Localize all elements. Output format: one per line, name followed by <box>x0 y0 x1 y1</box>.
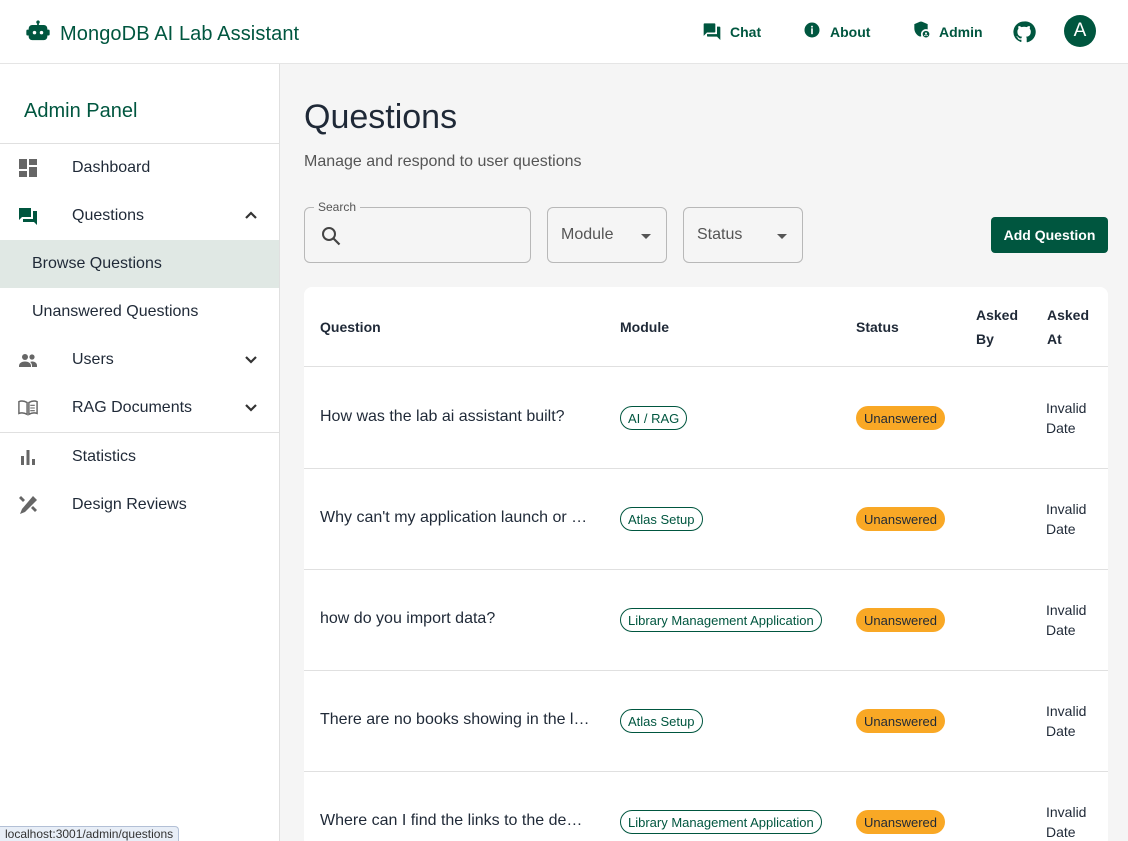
module-chip: Atlas Setup <box>620 507 703 531</box>
browser-status-url: localhost:3001/admin/questions <box>0 826 180 841</box>
table-row[interactable]: Where can I find the links to the dev… L… <box>304 772 1108 841</box>
date-line: Invalid <box>1046 804 1087 820</box>
question-text: how do you import data? <box>320 610 496 627</box>
nav-admin[interactable]: Admin <box>911 20 983 43</box>
header-line: Asked <box>1047 307 1090 323</box>
module-chip: AI / RAG <box>620 406 688 430</box>
dashboard-icon <box>18 158 38 178</box>
table-row[interactable]: Why can't my application launch or … Atl… <box>304 469 1108 570</box>
header-line: By <box>976 331 994 347</box>
sidebar-item-browse-questions[interactable]: Browse Questions <box>0 240 279 288</box>
date-line: Date <box>1046 824 1076 840</box>
header-line: Asked <box>976 307 1019 323</box>
sidebar-item-label: Dashboard <box>72 159 151 176</box>
module-chip: Atlas Setup <box>620 709 703 733</box>
nav-about[interactable]: About <box>802 20 870 43</box>
sidebar-item-label: Design Reviews <box>72 496 187 513</box>
search-input[interactable] <box>351 224 521 248</box>
column-header-question[interactable]: Question <box>320 315 381 339</box>
question-text: There are no books showing in the li… <box>320 711 590 728</box>
date-line: Invalid <box>1046 602 1087 618</box>
sidebar-item-users[interactable]: Users <box>0 336 279 384</box>
sidebar-item-label: Unanswered Questions <box>32 303 199 320</box>
asked-at-value: Invalid Date <box>1046 600 1102 640</box>
page-subtitle: Manage and respond to user questions <box>304 153 582 170</box>
search-label: Search <box>314 200 361 214</box>
asked-at-value: Invalid Date <box>1046 802 1102 841</box>
column-header-asked-by[interactable]: Asked By <box>976 303 1018 351</box>
date-line: Invalid <box>1046 703 1087 719</box>
bar-chart-icon <box>18 447 38 467</box>
page-title: Questions <box>304 98 458 136</box>
sidebar-item-dashboard[interactable]: Dashboard <box>0 144 279 192</box>
date-line: Date <box>1046 521 1076 537</box>
add-question-button[interactable]: Add Question <box>991 217 1108 253</box>
nav-admin-label: Admin <box>939 23 983 40</box>
sidebar-title: Admin Panel <box>24 100 138 122</box>
avatar[interactable]: A <box>1064 15 1096 47</box>
app-title: MongoDB AI Lab Assistant <box>60 23 300 45</box>
app-header: MongoDB AI Lab Assistant Chat About Admi… <box>0 0 1128 64</box>
chevron-down-icon[interactable] <box>241 349 261 369</box>
chat-icon <box>702 20 730 43</box>
date-line: Date <box>1046 420 1076 436</box>
forum-icon <box>18 206 38 226</box>
people-icon <box>18 350 38 370</box>
chevron-down-icon[interactable] <box>241 397 261 417</box>
robot-icon <box>24 18 52 51</box>
sidebar-item-statistics[interactable]: Statistics <box>0 433 279 481</box>
design-tools-icon <box>18 495 38 515</box>
admin-sidebar: Admin Panel Dashboard Questions Browse Q… <box>0 64 280 841</box>
search-field[interactable]: Search <box>304 200 531 263</box>
column-header-status[interactable]: Status <box>856 315 899 339</box>
sidebar-item-label: Statistics <box>72 448 137 465</box>
sidebar-item-questions[interactable]: Questions <box>0 192 279 240</box>
table-row[interactable]: how do you import data? Library Manageme… <box>304 570 1108 671</box>
column-header-module[interactable]: Module <box>620 315 669 339</box>
column-header-asked-at[interactable]: Asked At <box>1047 303 1089 351</box>
status-badge: Unanswered <box>856 810 945 834</box>
sidebar-item-design-reviews[interactable]: Design Reviews <box>0 481 279 529</box>
sidebar-item-rag-documents[interactable]: RAG Documents <box>0 384 279 432</box>
sidebar-item-unanswered-questions[interactable]: Unanswered Questions <box>0 288 279 336</box>
table-header: Question Module Status Asked By Asked At <box>304 287 1108 367</box>
status-filter-select[interactable]: Status <box>683 207 803 263</box>
question-text: Where can I find the links to the dev… <box>320 812 590 829</box>
admin-shield-icon <box>911 20 939 43</box>
nav-chat[interactable]: Chat <box>702 20 761 43</box>
status-badge: Unanswered <box>856 507 945 531</box>
github-icon[interactable] <box>1012 20 1036 44</box>
module-chip: Library Management Application <box>620 810 822 834</box>
date-line: Date <box>1046 723 1076 739</box>
sidebar-item-label: RAG Documents <box>72 399 193 416</box>
chevron-up-icon[interactable] <box>241 205 261 225</box>
info-icon <box>802 20 830 43</box>
sidebar-item-label: Questions <box>72 207 145 224</box>
sidebar-item-label: Users <box>72 351 114 368</box>
status-filter-label: Status <box>697 226 743 243</box>
status-badge: Unanswered <box>856 608 945 632</box>
module-filter-select[interactable]: Module <box>547 207 667 263</box>
module-filter-label: Module <box>561 226 614 243</box>
nav-about-label: About <box>830 23 871 40</box>
status-badge: Unanswered <box>856 709 945 733</box>
date-line: Date <box>1046 622 1076 638</box>
book-icon <box>18 398 38 418</box>
module-chip: Library Management Application <box>620 608 822 632</box>
question-text: Why can't my application launch or … <box>320 509 588 526</box>
nav-chat-label: Chat <box>730 23 762 40</box>
asked-at-value: Invalid Date <box>1046 398 1102 438</box>
table-row[interactable]: There are no books showing in the li… At… <box>304 671 1108 772</box>
sidebar-item-label: Browse Questions <box>32 255 162 272</box>
questions-table: Question Module Status Asked By Asked At… <box>304 287 1108 841</box>
date-line: Invalid <box>1046 400 1087 416</box>
brand[interactable]: MongoDB AI Lab Assistant <box>24 18 299 51</box>
header-line: At <box>1047 331 1062 347</box>
asked-at-value: Invalid Date <box>1046 499 1102 539</box>
asked-at-value: Invalid Date <box>1046 701 1102 741</box>
table-row[interactable]: How was the lab ai assistant built? AI /… <box>304 368 1108 469</box>
question-text: How was the lab ai assistant built? <box>320 408 565 425</box>
date-line: Invalid <box>1046 501 1087 517</box>
status-badge: Unanswered <box>856 406 945 430</box>
